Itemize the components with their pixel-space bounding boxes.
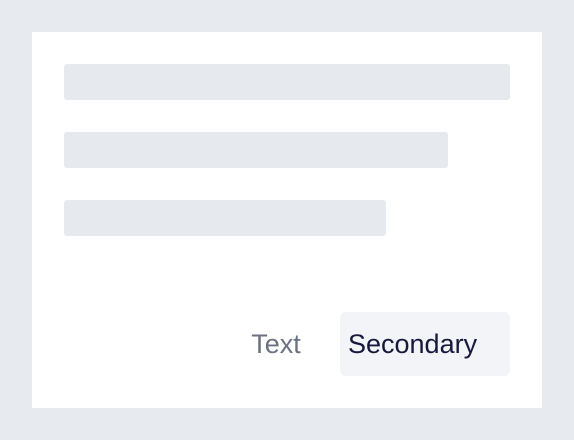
secondary-button[interactable]: Secondary [340,312,510,376]
skeleton-line [64,64,510,100]
skeleton-line [64,132,448,168]
skeleton-line [64,200,386,236]
page: Text Secondary [0,0,574,440]
card: Text Secondary [32,32,542,408]
text-button[interactable]: Text [236,312,316,376]
